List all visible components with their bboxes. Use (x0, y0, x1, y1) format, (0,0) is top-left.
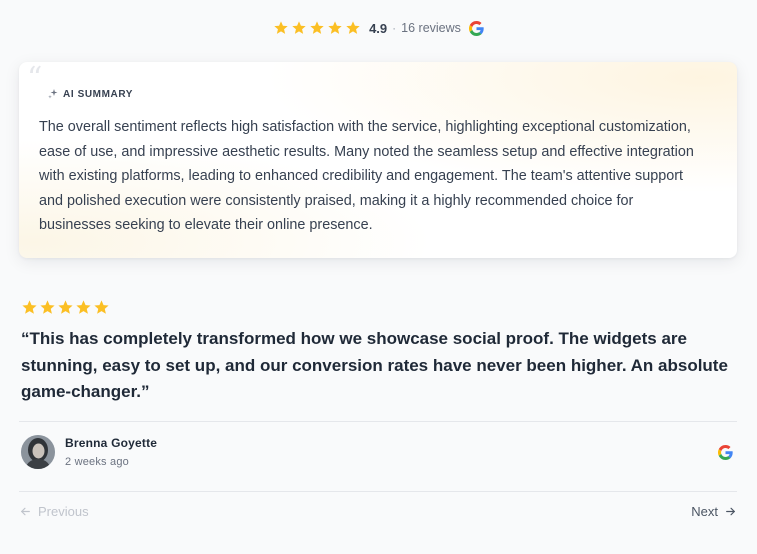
divider (19, 491, 737, 492)
review-rating-stars (21, 299, 110, 316)
rating-summary: 4.9 · 16 reviews (0, 18, 757, 38)
rating-separator: · (392, 21, 397, 35)
star-icon (273, 20, 289, 36)
rating-stars (273, 20, 361, 36)
star-icon (75, 299, 92, 316)
ai-summary-label: AI SUMMARY (63, 88, 134, 100)
previous-button[interactable]: Previous (19, 504, 89, 519)
review-date: 2 weeks ago (65, 456, 129, 468)
avatar (21, 435, 55, 469)
star-icon (57, 299, 74, 316)
star-icon (291, 20, 307, 36)
divider (19, 421, 737, 422)
author-name: Brenna Goyette (65, 436, 158, 450)
rating-value: 4.9 (369, 20, 388, 36)
arrow-left-icon (19, 505, 32, 518)
star-icon (39, 299, 56, 316)
star-icon (93, 299, 110, 316)
arrow-right-icon (724, 505, 737, 518)
review-count: 16 reviews (401, 21, 461, 35)
quote-icon: “ (27, 61, 43, 96)
star-icon (21, 299, 38, 316)
star-icon (309, 20, 325, 36)
google-g-icon (468, 20, 484, 36)
ai-summary-card: “ AI SUMMARY The overall sentiment refle… (19, 62, 737, 258)
star-icon (327, 20, 343, 36)
google-g-icon (718, 445, 733, 465)
previous-label: Previous (38, 504, 89, 519)
review-author: Brenna Goyette 2 weeks ago (21, 435, 737, 471)
next-label: Next (691, 504, 718, 519)
star-icon (345, 20, 361, 36)
sparkle-icon (47, 88, 59, 100)
next-button[interactable]: Next (691, 504, 737, 519)
review-quote: “This has completely transformed how we … (21, 329, 728, 401)
ai-summary-text: The overall sentiment reflects high sati… (39, 119, 694, 233)
ai-summary-header: AI SUMMARY (47, 88, 133, 100)
